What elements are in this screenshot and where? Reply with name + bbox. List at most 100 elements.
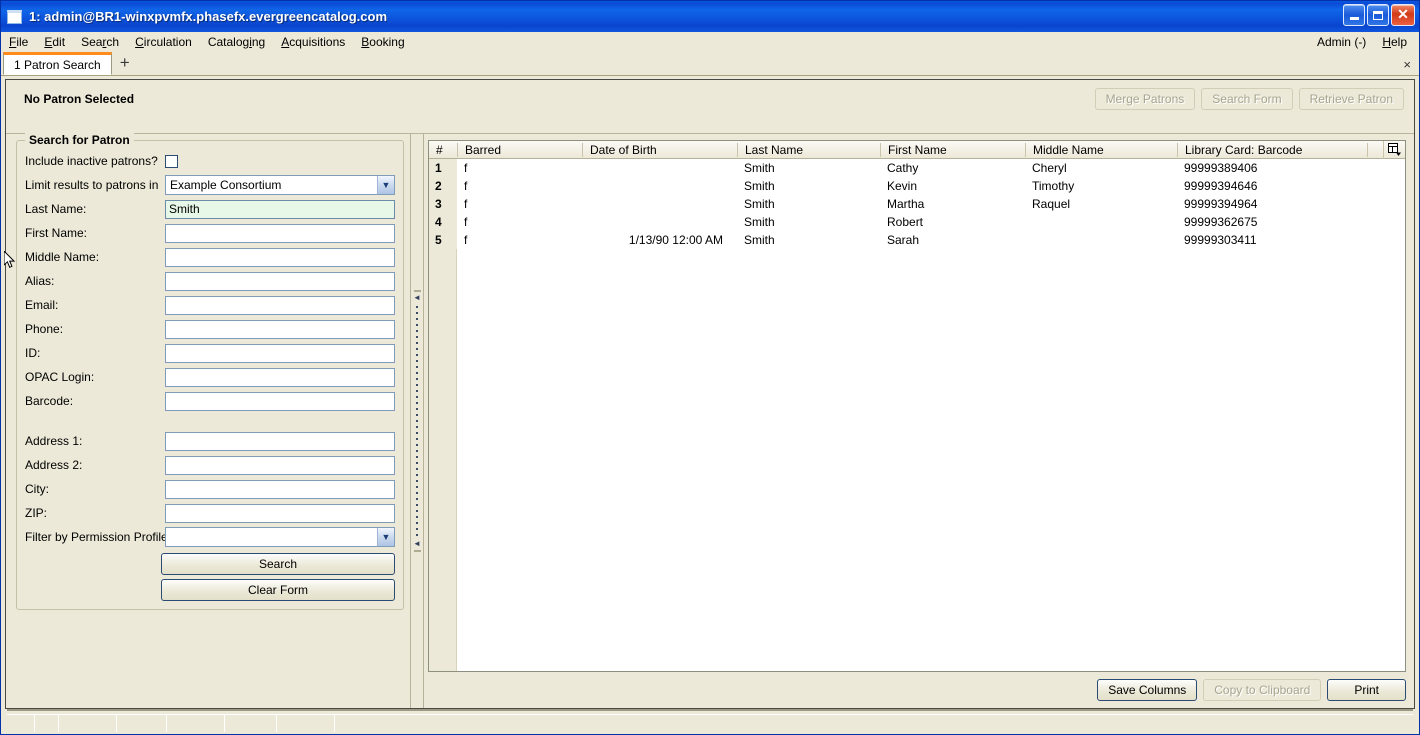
merge-patrons-button[interactable]: Merge Patrons xyxy=(1094,88,1196,110)
email-input[interactable] xyxy=(165,295,395,315)
menu-search[interactable]: Search xyxy=(73,33,127,51)
column-header-[interactable]: # xyxy=(429,143,457,157)
last-name-label: Last Name: xyxy=(25,202,87,216)
limit-results-select[interactable]: Example Consortium ▼ xyxy=(165,175,395,195)
phone-row: Phone: xyxy=(25,317,395,341)
table-row[interactable]: 4 f Smith Robert 99999362675 xyxy=(429,213,1405,231)
menu-bar-right: Admin (-) Help xyxy=(1309,33,1415,51)
menu-bar: File Edit Search Circulation Cataloging … xyxy=(1,32,1419,52)
window-title: 1: admin@BR1-winxpvmfx.phasefx.evergreen… xyxy=(29,9,388,24)
maximize-button[interactable] xyxy=(1367,4,1389,26)
results-footer: Save Columns Copy to Clipboard Print xyxy=(428,672,1406,702)
table-row[interactable]: 2 f Smith Kevin Timothy 99999394646 xyxy=(429,177,1405,195)
cell-first-name: Martha xyxy=(887,197,925,211)
cell-num: 3 xyxy=(429,195,457,213)
save-columns-button[interactable]: Save Columns xyxy=(1097,679,1198,701)
cell-barred: f xyxy=(464,197,468,211)
clear-form-button[interactable]: Clear Form xyxy=(161,579,395,601)
results-grid-header: # Barred Date of Birth Last Name First Name M… xyxy=(429,141,1405,159)
menu-file[interactable]: File xyxy=(1,33,36,51)
cell-barcode: 99999389406 xyxy=(1184,161,1258,175)
maximize-icon xyxy=(1373,10,1383,20)
split-panes: Search for Patron Include inactive patro… xyxy=(6,133,1414,708)
menu-acquisitions[interactable]: Acquisitions xyxy=(273,33,353,51)
close-button[interactable]: ✕ xyxy=(1391,4,1415,26)
opac-login-input[interactable] xyxy=(165,367,395,387)
column-header-last-name[interactable]: Last Name xyxy=(737,142,880,157)
collapse-left-icon-bottom[interactable]: ◄ xyxy=(413,540,421,548)
menu-admin[interactable]: Admin (-) xyxy=(1309,33,1374,51)
menu-booking[interactable]: Booking xyxy=(353,33,412,51)
pane-splitter[interactable]: ◄ ◄ xyxy=(410,134,424,708)
first-name-label: First Name: xyxy=(25,226,88,240)
include-inactive-row: Include inactive patrons? xyxy=(25,149,395,173)
results-grid-body: 1 f Smith Cathy Cheryl 99999389406 2 f Smith Kevi… xyxy=(429,159,1405,671)
phone-input[interactable] xyxy=(165,319,395,339)
column-header-barred[interactable]: Barred xyxy=(457,142,582,157)
middle-name-label: Middle Name: xyxy=(25,250,100,264)
patron-status-text: No Patron Selected xyxy=(24,92,135,106)
collapse-left-icon[interactable]: ◄ xyxy=(413,294,421,302)
column-header-first-name[interactable]: First Name xyxy=(880,142,1025,157)
retrieve-patron-button[interactable]: Retrieve Patron xyxy=(1298,88,1404,110)
phone-label: Phone: xyxy=(25,322,64,336)
address-1-row: Address 1: xyxy=(25,429,395,453)
city-label: City: xyxy=(25,482,49,496)
zip-input[interactable] xyxy=(165,503,395,523)
table-row[interactable]: 3 f Smith Martha Raquel 99999394964 xyxy=(429,195,1405,213)
close-tab-icon[interactable]: × xyxy=(1403,57,1411,72)
close-icon: ✕ xyxy=(1397,6,1409,22)
client-area: No Patron Selected Merge Patrons Search … xyxy=(1,76,1419,734)
address-2-input[interactable] xyxy=(165,455,395,475)
address-1-input[interactable] xyxy=(165,431,395,451)
first-name-input[interactable] xyxy=(165,223,395,243)
column-header-date-of-birth[interactable]: Date of Birth xyxy=(582,142,737,157)
barcode-input[interactable] xyxy=(165,391,395,411)
column-picker-icon[interactable] xyxy=(1383,141,1405,159)
menu-cataloging[interactable]: Cataloging xyxy=(200,33,273,51)
id-input[interactable] xyxy=(165,343,395,363)
search-form-button[interactable]: Search Form xyxy=(1201,88,1293,110)
permission-profile-select[interactable]: ▼ xyxy=(165,527,395,547)
new-tab-button[interactable]: + xyxy=(114,53,136,75)
menu-edit[interactable]: Edit xyxy=(36,33,73,51)
permission-profile-label: Filter by Permission Profile: xyxy=(25,530,172,544)
email-label: Email: xyxy=(25,298,59,312)
chevron-down-icon: ▼ xyxy=(377,528,394,546)
print-button[interactable]: Print xyxy=(1327,679,1406,701)
limit-results-row: Limit results to patrons in Example Cons… xyxy=(25,173,395,197)
cell-barcode: 99999362675 xyxy=(1184,215,1258,229)
menu-circulation[interactable]: Circulation xyxy=(127,33,200,51)
copy-to-clipboard-button[interactable]: Copy to Clipboard xyxy=(1203,679,1322,701)
search-button[interactable]: Search xyxy=(161,553,395,575)
include-inactive-label: Include inactive patrons? xyxy=(25,154,158,168)
status-segment-main xyxy=(335,715,1413,732)
search-button-row: Search xyxy=(25,553,395,575)
table-row[interactable]: 1 f Smith Cathy Cheryl 99999389406 xyxy=(429,159,1405,177)
alias-row: Alias: xyxy=(25,269,395,293)
cell-barcode: 99999394964 xyxy=(1184,197,1258,211)
last-name-input[interactable] xyxy=(165,199,395,219)
status-segment-2 xyxy=(35,715,59,732)
city-row: City: xyxy=(25,477,395,501)
city-input[interactable] xyxy=(165,479,395,499)
menu-help[interactable]: Help xyxy=(1374,33,1415,51)
column-header-middle-name[interactable]: Middle Name xyxy=(1025,142,1177,157)
table-row[interactable]: 5 f 1/13/90 12:00 AM Smith Sarah 99999303411 xyxy=(429,231,1405,249)
middle-name-input[interactable] xyxy=(165,247,395,267)
last-name-row: Last Name: xyxy=(25,197,395,221)
zip-label: ZIP: xyxy=(25,506,48,520)
cell-last-name: Smith xyxy=(744,179,775,193)
id-row: ID: xyxy=(25,341,395,365)
minimize-button[interactable] xyxy=(1343,4,1365,26)
tab-patron-search[interactable]: 1 Patron Search xyxy=(3,52,112,75)
status-segment-7 xyxy=(277,715,335,732)
splitter-dash-top xyxy=(413,290,421,292)
cell-barred: f xyxy=(464,179,468,193)
cell-last-name: Smith xyxy=(744,161,775,175)
alias-input[interactable] xyxy=(165,271,395,291)
patron-header: No Patron Selected Merge Patrons Search … xyxy=(6,80,1414,134)
cell-last-name: Smith xyxy=(744,233,775,247)
include-inactive-checkbox[interactable] xyxy=(165,154,178,168)
column-header-library-card-barcode[interactable]: Library Card: Barcode xyxy=(1177,142,1367,157)
